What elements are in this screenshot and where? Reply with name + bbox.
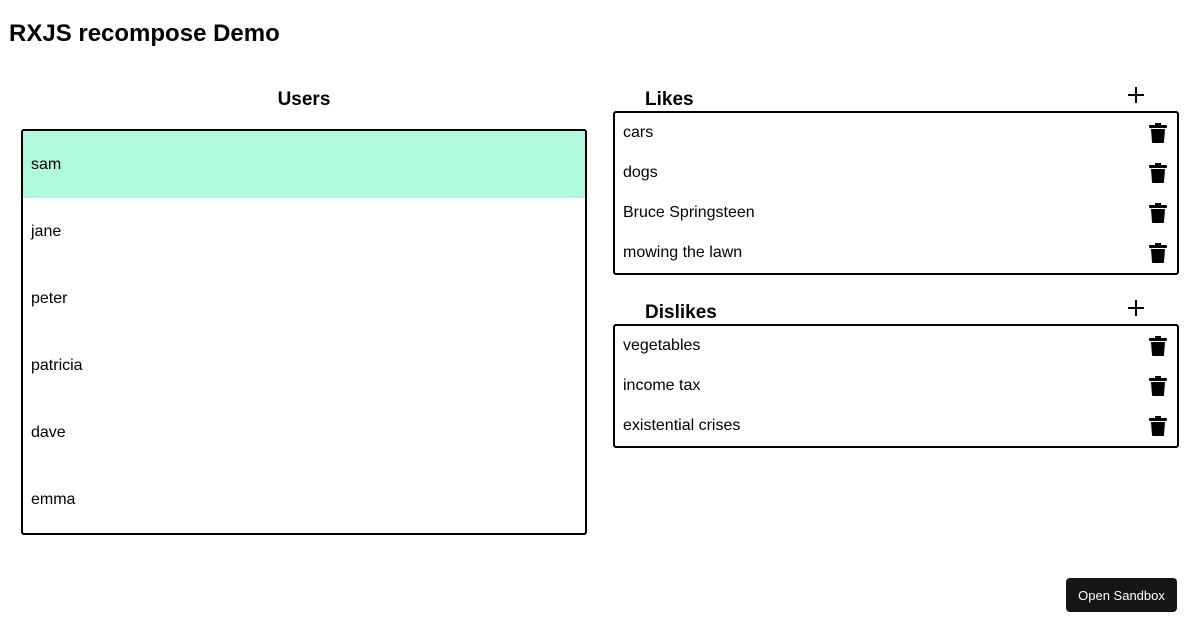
delete-like-button[interactable] (1149, 243, 1167, 263)
trash-icon (1149, 416, 1167, 436)
like-item-label: mowing the lawn (623, 244, 743, 261)
user-item-patricia[interactable]: patricia (23, 332, 585, 399)
delete-like-button[interactable] (1149, 123, 1167, 143)
user-item-sam[interactable]: sam (23, 131, 585, 198)
add-dislike-button[interactable] (1124, 296, 1148, 320)
likes-heading: Likes (645, 89, 694, 110)
open-sandbox-button[interactable]: Open Sandbox (1066, 578, 1177, 612)
users-heading: Users (277, 89, 331, 110)
delete-like-button[interactable] (1149, 203, 1167, 223)
user-item-peter[interactable]: peter (23, 265, 585, 332)
trash-icon (1149, 203, 1167, 223)
like-item: cars (615, 113, 1177, 153)
user-item-emma[interactable]: emma (23, 466, 585, 533)
trash-icon (1149, 243, 1167, 263)
delete-dislike-button[interactable] (1149, 376, 1167, 396)
plus-icon (1128, 300, 1144, 316)
user-item-jane[interactable]: jane (23, 198, 585, 265)
likes-list: cars dogs Bruce Springsteen mowing the l… (613, 111, 1179, 275)
user-item-dave[interactable]: dave (23, 399, 585, 466)
trash-icon (1149, 336, 1167, 356)
trash-icon (1149, 163, 1167, 183)
dislike-item: income tax (615, 366, 1177, 406)
add-like-button[interactable] (1124, 83, 1148, 107)
plus-icon (1128, 87, 1144, 103)
dislikes-heading: Dislikes (645, 302, 717, 323)
app-page: RXJS recompose Demo Users sam jane peter… (0, 0, 1200, 630)
delete-dislike-button[interactable] (1149, 336, 1167, 356)
dislike-item: vegetables (615, 326, 1177, 366)
like-item: mowing the lawn (615, 233, 1177, 273)
dislike-item-label: income tax (623, 377, 701, 394)
like-item: Bruce Springsteen (615, 193, 1177, 233)
like-item-label: dogs (623, 164, 658, 181)
trash-icon (1149, 123, 1167, 143)
app-title: RXJS recompose Demo (9, 20, 280, 47)
like-item-label: cars (623, 124, 654, 141)
like-item: dogs (615, 153, 1177, 193)
dislike-item-label: vegetables (623, 337, 701, 354)
like-item-label: Bruce Springsteen (623, 204, 755, 221)
delete-like-button[interactable] (1149, 163, 1167, 183)
dislikes-list: vegetables income tax existential crises (613, 324, 1179, 448)
delete-dislike-button[interactable] (1149, 416, 1167, 436)
dislike-item-label: existential crises (623, 417, 741, 434)
dislike-item: existential crises (615, 406, 1177, 446)
users-list: sam jane peter patricia dave emma (21, 129, 587, 535)
trash-icon (1149, 376, 1167, 396)
